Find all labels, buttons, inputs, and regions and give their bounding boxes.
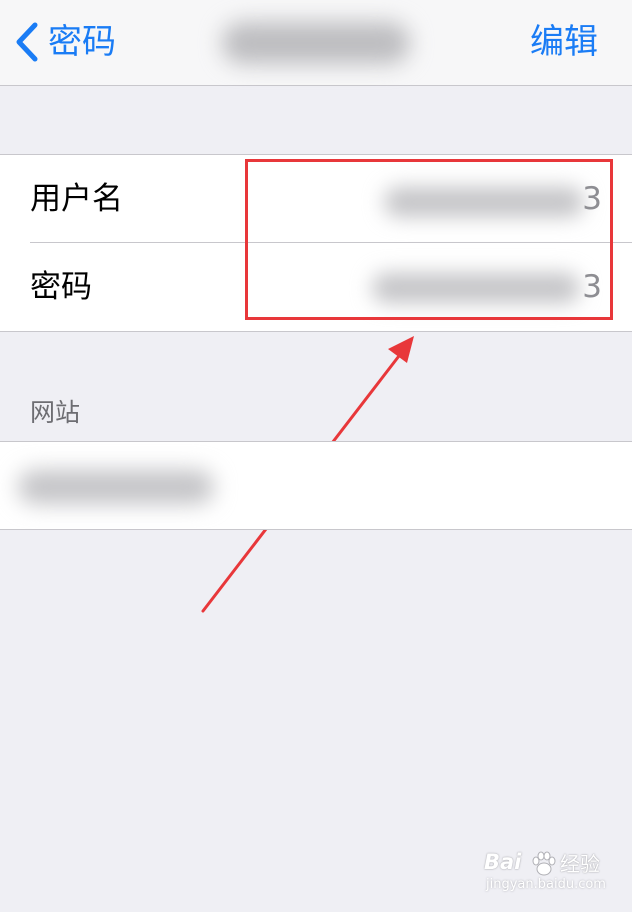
- watermark-brand-suffix: 经验: [560, 852, 600, 876]
- website-value-redacted: [18, 470, 214, 504]
- paw-icon: [532, 851, 556, 876]
- watermark: Bai 经验 jingyan.baidu.com: [484, 848, 614, 898]
- website-section-header: 网站: [30, 398, 81, 427]
- website-row[interactable]: [0, 442, 632, 531]
- website-group: [0, 441, 632, 530]
- watermark-brand: Bai: [484, 850, 522, 874]
- watermark-url: jingyan.baidu.com: [486, 877, 606, 892]
